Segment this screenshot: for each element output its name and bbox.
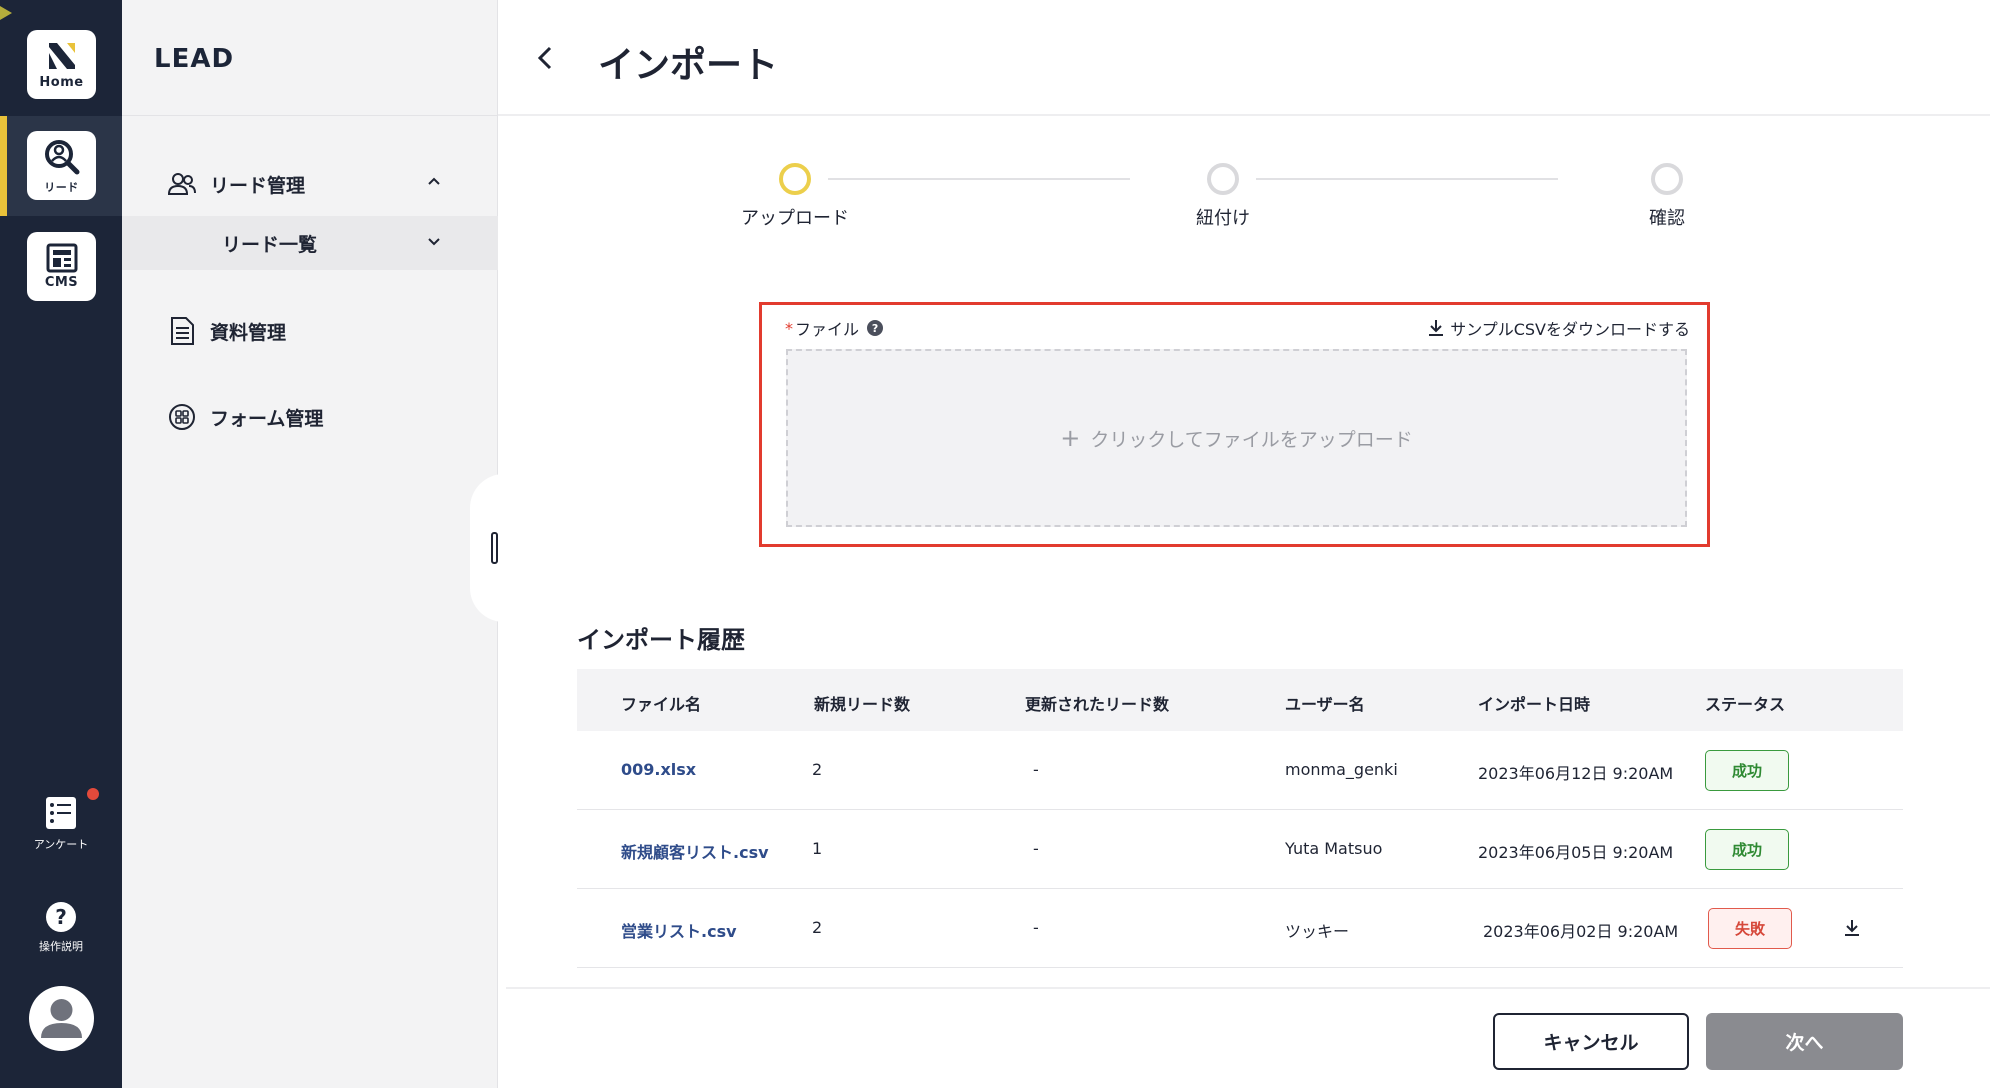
user-name: ツッキー	[1285, 922, 1350, 941]
new-leads-count: 2	[812, 760, 823, 779]
step-mapping-marker	[1207, 163, 1239, 195]
rail-lead-button[interactable]: リード	[27, 131, 96, 200]
rail-cms-button[interactable]: CMS	[27, 232, 96, 301]
rail-survey-label: アンケート	[33, 838, 89, 851]
chevron-down-icon[interactable]	[426, 233, 442, 249]
rail-corner-marker	[0, 6, 12, 20]
import-history-table: ファイル名 新規リード数 更新されたリード数 ユーザー名 インポート日時 ステー…	[577, 669, 1903, 968]
sidebar-item-documents[interactable]: 資料管理	[122, 303, 498, 359]
page-title: インポート	[598, 45, 779, 86]
sidebar-item-forms[interactable]: フォーム管理	[122, 389, 498, 445]
rail-home-label: Home	[39, 75, 84, 90]
status-badge: 成功	[1705, 829, 1789, 870]
user-silhouette-icon	[41, 999, 82, 1038]
file-field-label: * ファイル ?	[785, 316, 884, 340]
sample-csv-link-text: サンプルCSVをダウンロードする	[1450, 320, 1690, 339]
table-row: 営業リスト.csv 2 - ツッキー 2023年06月02日 9:20AM 失敗	[577, 889, 1903, 968]
footer-divider	[506, 987, 1990, 989]
sidebar-item-label: 資料管理	[210, 321, 287, 344]
help-circle-icon[interactable]: ?	[867, 320, 884, 336]
file-name-link[interactable]: 009.xlsx	[621, 760, 696, 779]
sidebar-collapse-tab[interactable]	[470, 474, 504, 622]
rail-help-button[interactable]: ? 操作説明	[0, 902, 122, 954]
updated-leads-count: -	[1033, 760, 1039, 779]
step-upload-label: アップロード	[741, 208, 849, 229]
download-icon[interactable]	[1843, 918, 1861, 938]
new-leads-count: 1	[812, 839, 823, 858]
sidebar-item-lead-management[interactable]: リード管理	[122, 156, 498, 212]
dropzone-text: クリックしてファイルをアップロード	[1090, 428, 1413, 451]
chevron-up-icon[interactable]	[426, 174, 442, 190]
rail-lead-label: リード	[44, 180, 79, 194]
required-mark: *	[785, 318, 793, 338]
user-name: monma_genki	[1285, 760, 1398, 779]
sidebar-subitem-lead-list[interactable]: リード一覧	[122, 216, 498, 270]
import-date: 2023年06月02日 9:20AM	[1483, 922, 1679, 941]
import-date: 2023年06月12日 9:20AM	[1478, 764, 1674, 783]
file-name-link[interactable]: 営業リスト.csv	[621, 918, 737, 942]
cancel-button[interactable]: キャンセル	[1493, 1013, 1689, 1070]
file-dropzone[interactable]: + クリックしてファイルをアップロード	[786, 349, 1687, 527]
column-header: ユーザー名	[1285, 695, 1365, 714]
user-avatar[interactable]	[29, 986, 94, 1051]
rail-home-button[interactable]: Home	[27, 30, 96, 99]
rail-cms-label: CMS	[44, 275, 79, 290]
cms-layout-icon	[46, 243, 77, 273]
step-confirm-marker	[1651, 163, 1683, 195]
survey-checklist-icon	[46, 797, 76, 829]
user-name: Yuta Matsuo	[1285, 839, 1383, 858]
users-icon	[168, 173, 196, 195]
updated-leads-count: -	[1033, 918, 1039, 937]
step-confirm-label: 確認	[1649, 208, 1685, 229]
sidebar-divider	[122, 115, 498, 116]
status-badge: 失敗	[1708, 908, 1792, 949]
import-date: 2023年06月05日 9:20AM	[1478, 843, 1674, 862]
rail-help-label: 操作説明	[39, 940, 83, 953]
document-icon	[171, 317, 194, 345]
stepper-connector	[828, 178, 1130, 180]
column-header: ファイル名	[621, 695, 702, 714]
column-header: インポート日時	[1478, 695, 1591, 714]
stepper-connector	[1256, 178, 1558, 180]
import-stepper: アップロード 紐付け 確認	[498, 160, 1990, 240]
new-leads-count: 2	[812, 918, 823, 937]
step-upload-marker	[779, 163, 811, 195]
sidebar-collapse-handle[interactable]	[491, 532, 498, 564]
help-question-icon: ?	[46, 902, 76, 932]
table-row: 009.xlsx 2 - monma_genki 2023年06月12日 9:2…	[577, 731, 1903, 810]
sidebar-subitem-label: リード一覧	[222, 233, 318, 256]
rail-survey-button[interactable]: アンケート	[0, 796, 122, 852]
sidebar: LEAD リード管理 リード一覧 資料管理 フォーム管理	[122, 0, 498, 1088]
form-grid-icon	[169, 404, 195, 430]
sidebar-item-label: フォーム管理	[210, 407, 324, 430]
table-header: ファイル名 新規リード数 更新されたリード数 ユーザー名 インポート日時 ステー…	[577, 669, 1903, 731]
lead-search-icon	[44, 139, 79, 174]
sidebar-brand: LEAD	[154, 44, 235, 74]
home-logo-icon	[48, 43, 75, 69]
sample-csv-download-link[interactable]: サンプルCSVをダウンロードする	[1428, 316, 1690, 340]
column-header: 新規リード数	[814, 695, 911, 714]
file-label-text: ファイル	[795, 320, 860, 339]
updated-leads-count: -	[1033, 839, 1039, 858]
sidebar-item-label: リード管理	[210, 174, 306, 197]
notification-dot	[87, 788, 99, 800]
back-arrow-icon[interactable]	[534, 44, 556, 72]
column-header: 更新されたリード数	[1025, 695, 1170, 714]
step-mapping-label: 紐付け	[1196, 208, 1250, 229]
plus-icon: +	[1060, 424, 1081, 452]
status-badge: 成功	[1705, 750, 1789, 791]
file-name-link[interactable]: 新規顧客リスト.csv	[621, 839, 769, 863]
rail-active-indicator	[0, 116, 7, 216]
column-header: ステータス	[1705, 695, 1786, 714]
table-row: 新規顧客リスト.csv 1 - Yuta Matsuo 2023年06月05日 …	[577, 810, 1903, 889]
import-history-title: インポート履歴	[577, 626, 745, 654]
next-button[interactable]: 次へ	[1706, 1013, 1903, 1070]
download-icon	[1429, 320, 1444, 336]
page-header: インポート	[498, 0, 1990, 116]
